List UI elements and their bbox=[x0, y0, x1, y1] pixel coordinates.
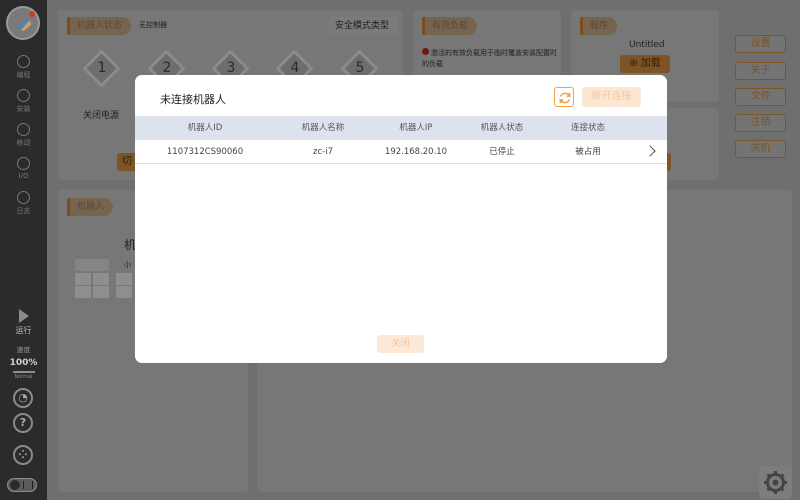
apps-icon[interactable]: ⁘ bbox=[13, 445, 33, 465]
warning-icon bbox=[422, 48, 429, 55]
column-header-id: 机器人ID bbox=[187, 123, 223, 133]
sidebar-item-install[interactable]: 安装 bbox=[0, 89, 47, 114]
step-number: 2 bbox=[162, 60, 172, 76]
settings-gear-button[interactable] bbox=[759, 466, 792, 499]
left-sidebar: 编程 安装 移动 I/O 日志 运行 速度 100% Normal ◔ ? ⁘ bbox=[0, 0, 47, 500]
refresh-button[interactable] bbox=[554, 87, 574, 107]
chevron-right-icon bbox=[644, 145, 656, 157]
robot-table-header: 机器人ID 机器人名称 机器人IP 机器人状态 连接状态 bbox=[135, 116, 667, 140]
step-number: 1 bbox=[97, 60, 107, 76]
play-icon bbox=[18, 309, 29, 323]
grid-cell bbox=[75, 286, 91, 298]
load-button[interactable]: ⊕ 加载 bbox=[620, 55, 670, 73]
logout-button[interactable]: 注销 bbox=[735, 114, 786, 132]
move-icon bbox=[17, 123, 30, 136]
program-tag: 程序 bbox=[580, 17, 618, 35]
connection-status-cell: 被占用 bbox=[575, 147, 601, 157]
grid-cell bbox=[93, 286, 109, 298]
speed-value: 100% bbox=[9, 358, 38, 368]
grid-cell bbox=[116, 273, 132, 285]
sidebar-item-move[interactable]: 移动 bbox=[0, 123, 47, 148]
payload-tag: 有效负载 bbox=[422, 17, 478, 35]
speed-control[interactable]: 速度 100% Normal bbox=[0, 345, 47, 380]
file-button[interactable]: 文件 bbox=[735, 88, 786, 106]
robot-status-cell: 已停止 bbox=[489, 147, 515, 157]
io-icon bbox=[17, 157, 30, 170]
sidebar-item-log[interactable]: 日志 bbox=[0, 191, 47, 216]
column-header-name: 机器人名称 bbox=[301, 123, 345, 133]
logo-icon bbox=[17, 18, 31, 31]
sidebar-item-label: I/O bbox=[18, 172, 29, 180]
column-header-status: 机器人状态 bbox=[480, 123, 524, 133]
refresh-icon bbox=[559, 92, 571, 104]
dialog-title: 未连接机器人 bbox=[160, 93, 226, 106]
switch-button[interactable]: 切 bbox=[117, 153, 137, 171]
robot-view-icon[interactable]: ◔ bbox=[13, 388, 33, 408]
app-logo[interactable] bbox=[6, 6, 40, 40]
help-icon[interactable]: ? bbox=[13, 413, 33, 433]
table-row[interactable]: 1107312CS90060 zc-i7 192.168.20.10 已停止 被… bbox=[135, 140, 667, 164]
column-header-connection: 连接状态 bbox=[570, 123, 605, 133]
robot-name-cell: zc-i7 bbox=[313, 147, 333, 157]
robot-connection-dialog: 未连接机器人 断开连接 机器人ID 机器人名称 机器人IP 机器人状态 连接状态… bbox=[135, 75, 667, 363]
install-icon bbox=[17, 89, 30, 102]
close-button[interactable]: 关闭 bbox=[377, 335, 424, 353]
log-icon bbox=[17, 191, 30, 204]
payload-warning-text: 激活的有效负载用于临时覆盖安装配置时的负载 bbox=[422, 49, 557, 68]
toggle-stripes-icon bbox=[23, 481, 33, 489]
notification-dot bbox=[29, 11, 35, 17]
disconnect-button[interactable]: 断开连接 bbox=[582, 87, 641, 107]
grid-cell bbox=[75, 273, 91, 285]
grid-header-cell bbox=[75, 259, 109, 271]
robot-id-cell: 1107312CS90060 bbox=[166, 147, 244, 157]
settings-button[interactable]: 设置 bbox=[735, 35, 786, 53]
sidebar-item-program[interactable]: 编程 bbox=[0, 55, 47, 80]
run-button[interactable]: 运行 bbox=[0, 309, 47, 336]
sidebar-item-label: 日志 bbox=[16, 207, 31, 215]
shutdown-button[interactable]: 关机 bbox=[735, 140, 786, 158]
program-icon bbox=[17, 55, 30, 68]
grid-cell bbox=[93, 273, 109, 285]
payload-warning: 激活的有效负载用于临时覆盖安装配置时的负载 bbox=[422, 48, 557, 70]
program-name: Untitled bbox=[629, 40, 665, 50]
toggle-knob bbox=[10, 480, 20, 490]
step-number: 3 bbox=[226, 60, 236, 76]
sidebar-item-io[interactable]: I/O bbox=[0, 157, 47, 180]
speed-bar bbox=[12, 371, 35, 373]
sidebar-item-label: 安装 bbox=[16, 105, 31, 113]
run-label: 运行 bbox=[15, 326, 32, 335]
robot-status-tag: 机器人状态 bbox=[67, 17, 132, 35]
robot-tag: 机器人 bbox=[67, 198, 114, 216]
speed-label: 速度 bbox=[16, 346, 31, 354]
sidebar-item-label: 移动 bbox=[16, 139, 31, 147]
step-number: 4 bbox=[290, 60, 300, 76]
grid-cell bbox=[116, 286, 132, 298]
column-header-ip: 机器人IP bbox=[399, 123, 433, 133]
sidebar-item-label: 编程 bbox=[16, 71, 31, 79]
power-off-label: 关闭电源 bbox=[83, 111, 120, 121]
mode-toggle[interactable] bbox=[7, 478, 37, 492]
col-hour: 小 bbox=[124, 261, 131, 269]
controller-status: 无控制器 bbox=[139, 21, 167, 29]
speed-mode: Normal bbox=[14, 374, 33, 380]
robot-ip-cell: 192.168.20.10 bbox=[384, 147, 448, 157]
gear-icon bbox=[764, 471, 787, 494]
about-button[interactable]: 关于 bbox=[735, 62, 786, 80]
safety-mode-tag: 安全模式类型 bbox=[328, 17, 399, 35]
step-number: 5 bbox=[355, 60, 365, 76]
load-label: 加载 bbox=[640, 58, 661, 69]
